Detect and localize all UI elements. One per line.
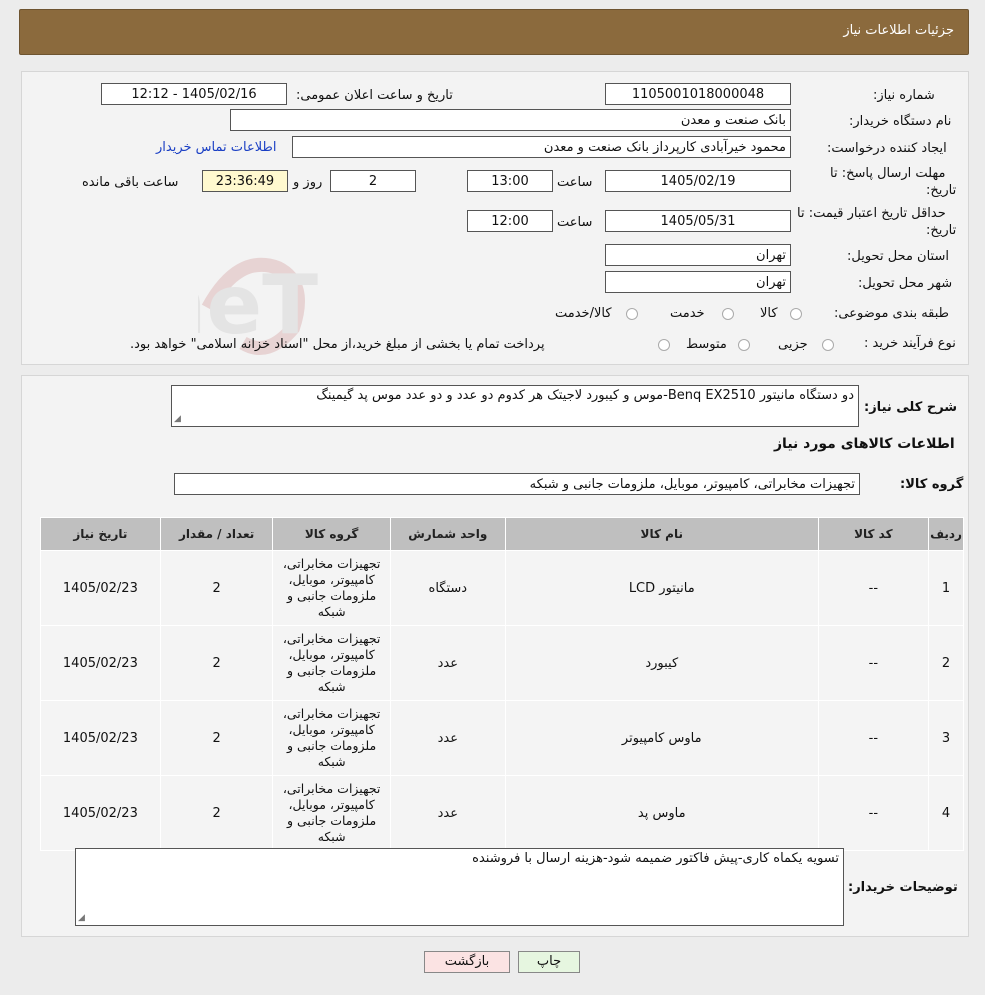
cell-row: 2 [928,625,964,701]
col-header-name: نام کالا [504,517,819,551]
validity-time-label: ساعت [557,215,593,230]
goods-table: ردیف کد کالا نام کالا واحد شمارش گروه کا… [40,517,964,851]
cell-date: 1405/02/23 [40,625,161,701]
cell-group: تجهیزات مخابراتی، کامپیوتر، موبایل، ملزو… [272,625,391,701]
cell-qty: 2 [159,775,274,851]
city-label: شهر محل تحویل: [858,276,953,291]
table-row: 3 -- ماوس کامپیوتر عدد تجهیزات مخابراتی،… [40,700,964,776]
validity-time-field: 12:00 [467,210,553,232]
days-field: 2 [330,170,416,192]
purchase-radio-medium[interactable] [738,339,750,351]
buyer-notes-text: تسویه یکماه کاری-پیش فاکتور ضمیمه شود-هز… [472,851,839,866]
page-header: جزئیات اطلاعات نیاز [19,9,969,55]
purchase-radio-minor[interactable] [822,339,834,351]
table-header-row: ردیف کد کالا نام کالا واحد شمارش گروه کا… [40,517,964,551]
table-row: 1 -- مانیتور LCD دستگاه تجهیزات مخابراتی… [40,550,964,626]
purchase-note: پرداخت تمام یا بخشی از مبلغ خرید،از محل … [130,337,545,352]
province-field: تهران [605,244,791,266]
purchase-option-minor: جزیی [778,337,808,352]
cell-name: ماوس پد [504,775,819,851]
buyer-notes-textarea[interactable]: تسویه یکماه کاری-پیش فاکتور ضمیمه شود-هز… [75,848,844,926]
announce-datetime-field: 1405/02/16 - 12:12 [101,83,287,105]
validity-label: حداقل تاریخ اعتبار قیمت: تا [797,206,946,221]
cell-date: 1405/02/23 [40,700,161,776]
deadline-label: مهلت ارسال پاسخ: تا [830,166,946,181]
page-title: جزئیات اطلاعات نیاز [843,23,954,38]
description-text: دو دستگاه مانیتور Benq EX2510-موس و کیبو… [316,388,854,403]
announce-label: تاریخ و ساعت اعلان عمومی: [296,88,453,103]
category-radio-service[interactable] [722,308,734,320]
table-row: 2 -- کیبورد عدد تجهیزات مخابراتی، کامپیو… [40,625,964,701]
validity-date-field: 1405/05/31 [605,210,791,232]
deadline-label-2: تاریخ: [926,183,957,198]
goods-info-title: اطلاعات کالاهای مورد نیاز [774,436,955,452]
buyer-notes-label: توضیحات خریدار: [848,880,958,895]
days-label: روز و [293,175,323,190]
buyer-contact-link[interactable]: اطلاعات تماس خریدار [156,140,276,155]
col-header-group: گروه کالا [272,517,391,551]
buyer-org-field: بانک صنعت و معدن [230,109,791,131]
cell-row: 3 [928,700,964,776]
category-radio-both[interactable] [626,308,638,320]
category-label: طبقه بندی موضوعی: [834,306,950,321]
cell-code: -- [817,700,930,776]
goods-group-field: تجهیزات مخابراتی، کامپیوتر، موبایل، ملزو… [174,473,860,495]
cell-group: تجهیزات مخابراتی، کامپیوتر، موبایل، ملزو… [272,700,391,776]
col-header-code: کد کالا [817,517,930,551]
cell-qty: 2 [159,700,274,776]
col-header-date: تاریخ نیاز [40,517,161,551]
cell-unit: عدد [389,625,506,701]
remaining-time-field: 23:36:49 [202,170,288,192]
cell-unit: عدد [389,775,506,851]
cell-row: 4 [928,775,964,851]
description-textarea[interactable]: دو دستگاه مانیتور Benq EX2510-موس و کیبو… [171,385,859,427]
col-header-row: ردیف [928,517,964,551]
need-number-label: شماره نیاز: [873,88,935,103]
cell-row: 1 [928,550,964,626]
category-option-goods: کالا [760,306,778,321]
cell-name: کیبورد [504,625,819,701]
cell-qty: 2 [159,625,274,701]
validity-label-2: تاریخ: [926,223,957,238]
cell-group: تجهیزات مخابراتی، کامپیوتر، موبایل، ملزو… [272,550,391,626]
cell-qty: 2 [159,550,274,626]
col-header-unit: واحد شمارش [389,517,506,551]
resize-grip-icon[interactable]: ◢ [78,913,85,923]
category-option-both: کالا/خدمت [555,306,612,321]
print-button[interactable]: چاپ [518,951,580,973]
cell-group: تجهیزات مخابراتی، کامپیوتر، موبایل، ملزو… [272,775,391,851]
city-field: تهران [605,271,791,293]
remaining-label: ساعت باقی مانده [82,175,179,190]
buyer-org-label: نام دستگاه خریدار: [849,114,952,129]
purchase-type-label: نوع فرآیند خرید : [864,336,956,351]
table-row: 4 -- ماوس پد عدد تجهیزات مخابراتی، کامپی… [40,775,964,851]
purchase-option-medium: متوسط [686,337,727,352]
cell-date: 1405/02/23 [40,775,161,851]
resize-grip-icon[interactable]: ◢ [174,414,181,424]
cell-code: -- [817,775,930,851]
goods-group-label: گروه کالا: [900,477,964,492]
creator-field: محمود خیرآبادی کارپرداز بانک صنعت و معدن [292,136,791,158]
cell-name: مانیتور LCD [504,550,819,626]
cell-unit: عدد [389,700,506,776]
deadline-time-field: 13:00 [467,170,553,192]
col-header-qty: تعداد / مقدار [159,517,274,551]
cell-date: 1405/02/23 [40,550,161,626]
cell-name: ماوس کامپیوتر [504,700,819,776]
back-button[interactable]: بازگشت [424,951,510,973]
cell-code: -- [817,625,930,701]
category-option-service: خدمت [670,306,705,321]
creator-label: ایجاد کننده درخواست: [827,141,947,156]
province-label: استان محل تحویل: [847,249,949,264]
description-label: شرح کلی نیاز: [864,400,958,415]
cell-unit: دستگاه [389,550,506,626]
category-radio-goods[interactable] [790,308,802,320]
treasury-checkbox[interactable] [658,339,670,351]
cell-code: -- [817,550,930,626]
deadline-time-label: ساعت [557,175,593,190]
deadline-date-field: 1405/02/19 [605,170,791,192]
need-number-field: 1105001018000048 [605,83,791,105]
